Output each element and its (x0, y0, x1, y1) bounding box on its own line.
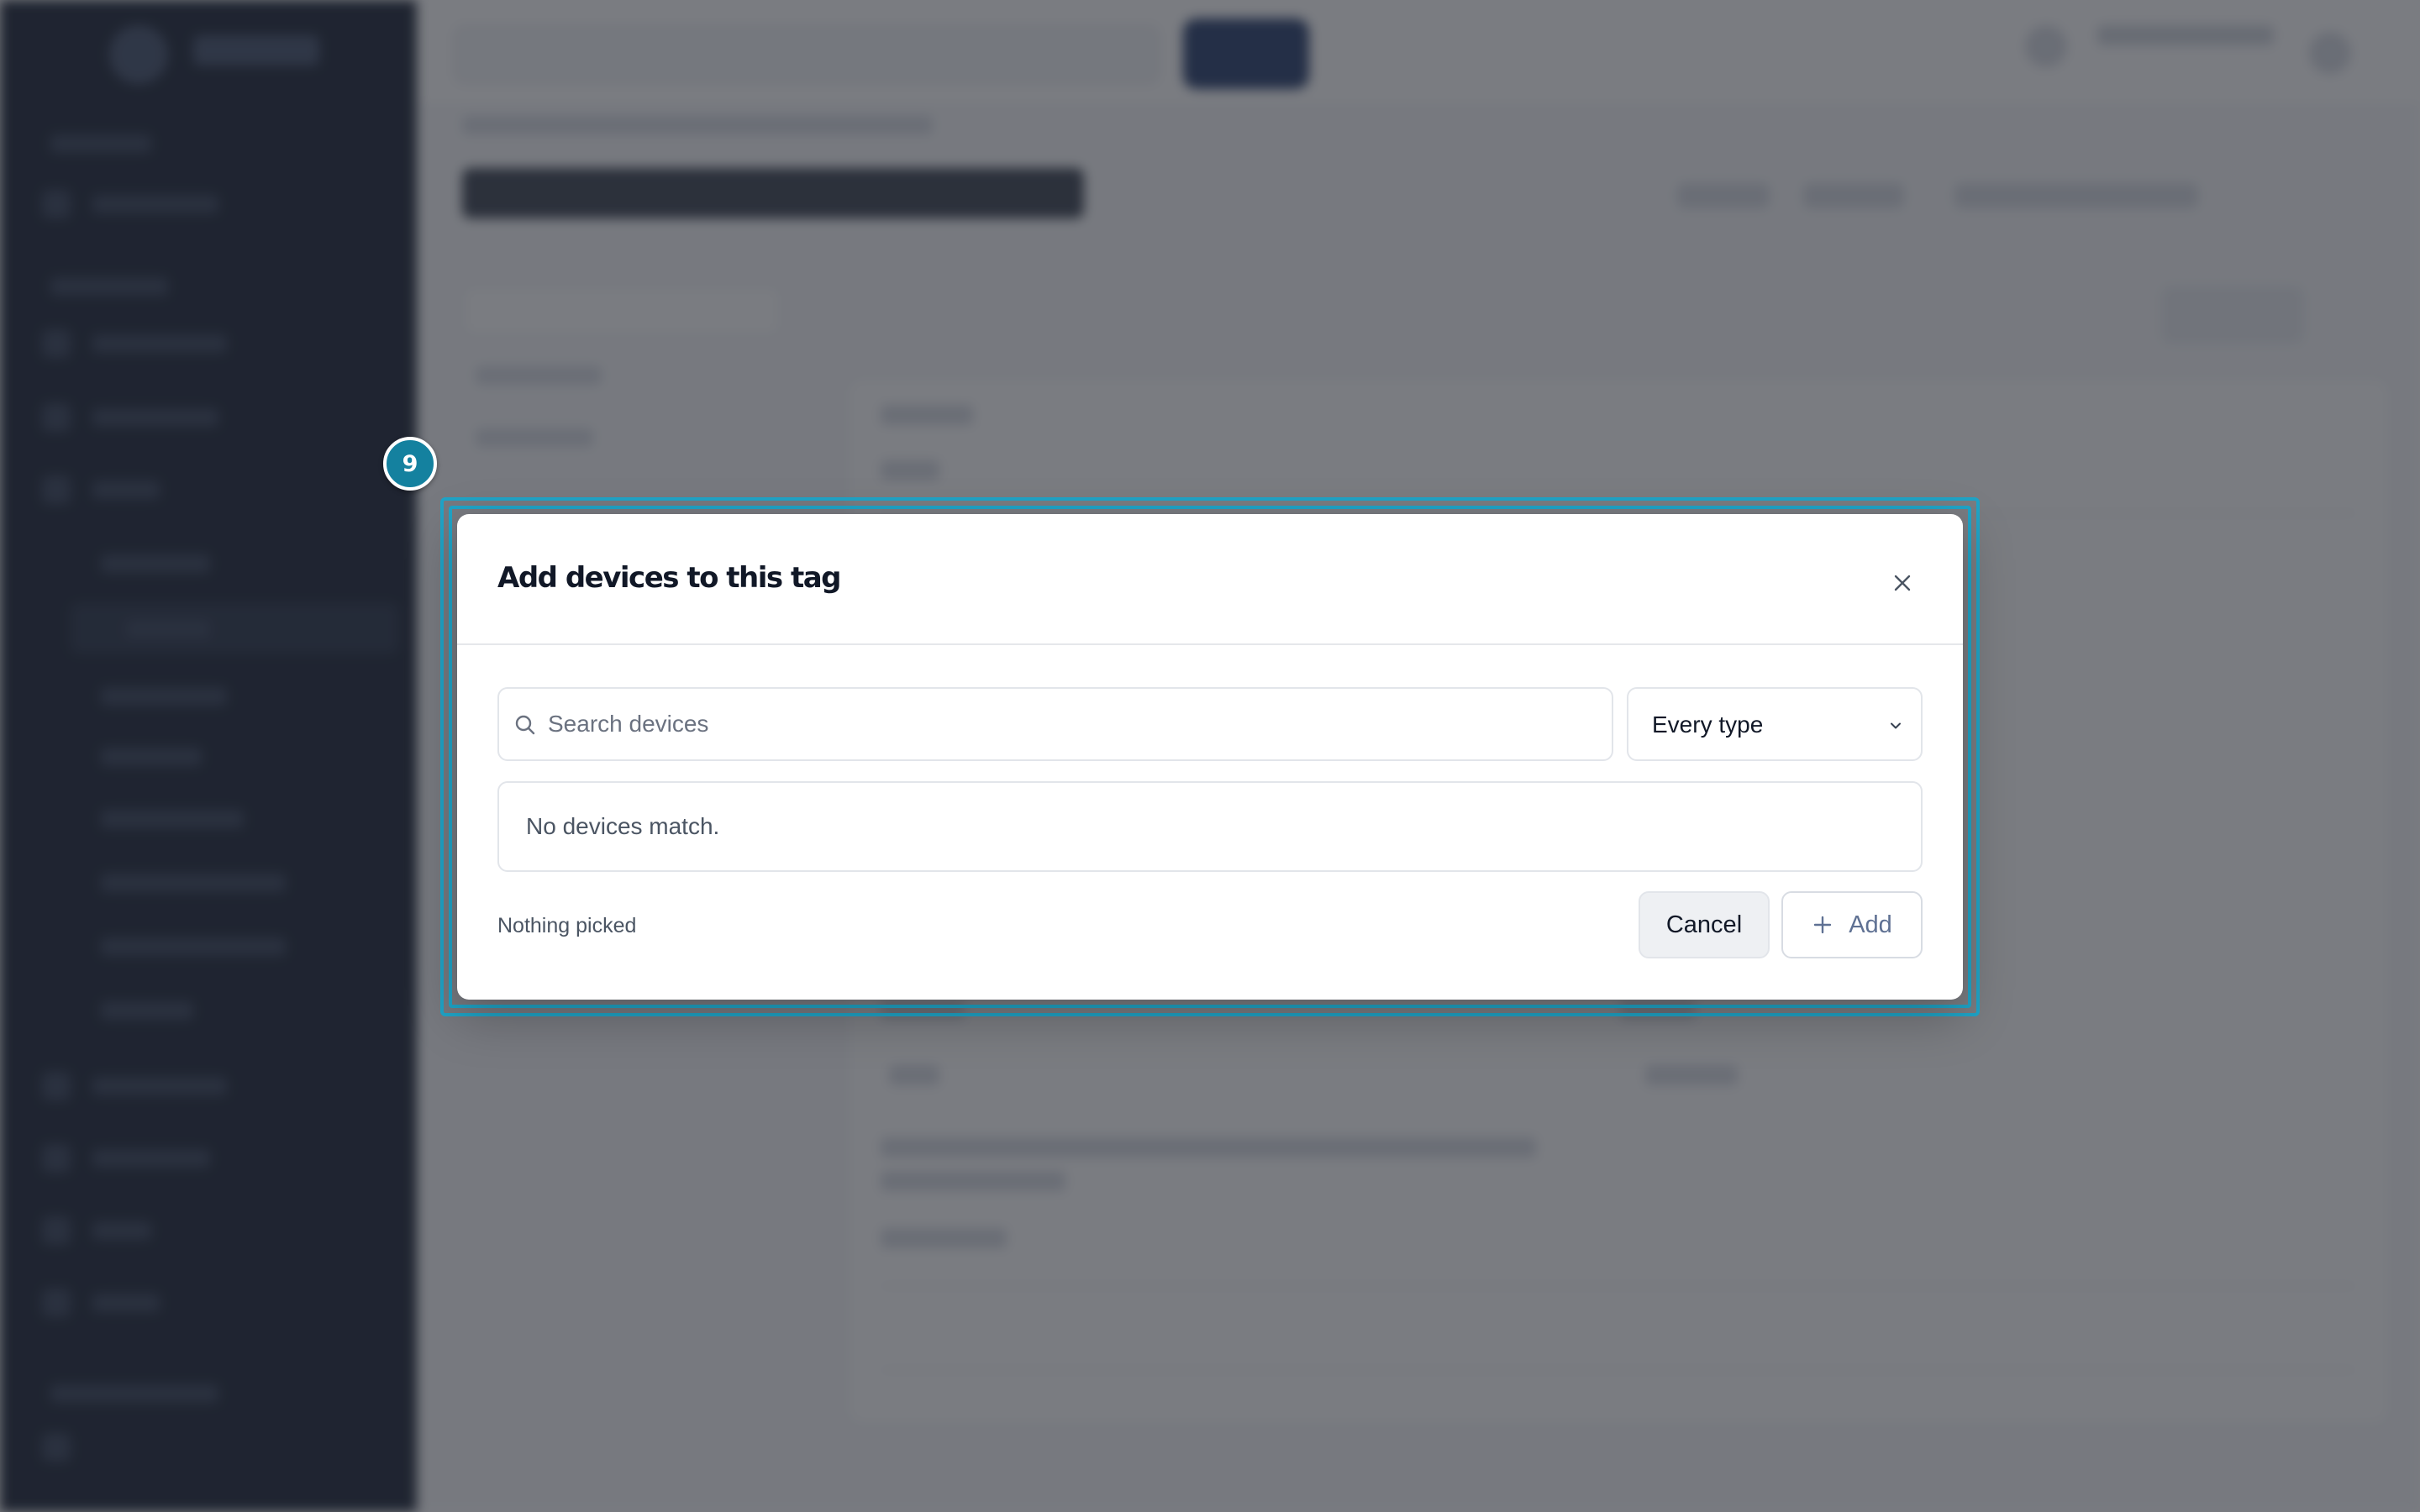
add-devices-dialog: Add devices to this tag Every type No de… (457, 514, 1963, 1000)
search-input[interactable] (548, 690, 1598, 758)
type-filter-value: Every type (1652, 711, 1764, 738)
device-results-list: No devices match. (497, 781, 1923, 872)
dialog-header: Add devices to this tag (457, 514, 1963, 645)
search-icon (515, 715, 535, 735)
add-button[interactable]: Add (1781, 891, 1923, 958)
selection-status: Nothing picked (497, 914, 637, 937)
type-filter-select[interactable]: Every type (1627, 687, 1923, 761)
cancel-button[interactable]: Cancel (1639, 891, 1770, 958)
step-badge: 9 (383, 437, 437, 491)
add-button-label: Add (1849, 911, 1892, 938)
search-field[interactable] (497, 687, 1613, 761)
close-icon (1894, 575, 1911, 591)
empty-state-message: No devices match. (526, 813, 720, 839)
close-button[interactable] (1879, 559, 1926, 606)
chevron-down-icon (1891, 722, 1901, 729)
dialog-title: Add devices to this tag (497, 561, 842, 595)
plus-icon (1813, 916, 1832, 934)
